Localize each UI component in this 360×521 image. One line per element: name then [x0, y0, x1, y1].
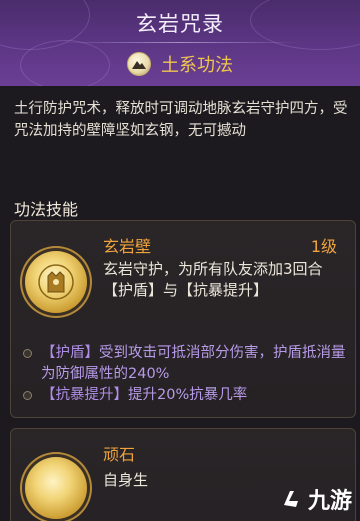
skill-name: 玄岩壁: [103, 237, 152, 256]
effect-text: 提升20%抗暴几率: [128, 387, 248, 403]
effect-tag: 【抗暴提升】: [41, 387, 128, 403]
header-banner: 玄岩咒录 土系功法: [0, 0, 360, 86]
skill-name: 顽石: [103, 445, 136, 464]
skill-icon: [25, 457, 87, 519]
effect-item: 【抗暴提升】提升20%抗暴几率: [19, 385, 349, 406]
page-title: 玄岩咒录: [136, 12, 224, 36]
school-label: 土系功法: [161, 55, 233, 76]
mountain-icon: [127, 52, 151, 76]
bullet-icon: [23, 349, 32, 358]
bullet-icon: [23, 391, 32, 400]
title-divider: [60, 42, 300, 43]
effects-list: 【护盾】受到攻击可抵消部分伤害，护盾抵消量为防御属性的240% 【抗暴提升】提升…: [19, 343, 349, 406]
skill-description: 土行防护咒术，释放时可调动地脉玄岩守护四方，受咒法加持的壁障坚如玄钢，无可撼动: [14, 101, 348, 139]
jiuyou-logo-icon: [283, 491, 298, 507]
watermark-text: 九游: [307, 489, 352, 514]
skill-icon: [25, 251, 87, 313]
skill-text: 玄岩守护，为所有队友添加3回合【护盾】与【抗暴提升】: [103, 260, 323, 299]
skill-card[interactable]: 玄岩壁 1级 玄岩守护，为所有队友添加3回合【护盾】与【抗暴提升】 【护盾】受到…: [10, 220, 356, 418]
skill-text: 自身生: [103, 471, 149, 489]
section-title: 功法技能: [14, 200, 79, 219]
effect-tag: 【护盾】: [41, 345, 99, 361]
school-row: 土系功法: [0, 50, 360, 78]
skill-level: 1级: [310, 237, 337, 256]
watermark: 九游: [280, 483, 352, 515]
effect-item: 【护盾】受到攻击可抵消部分伤害，护盾抵消量为防御属性的240%: [19, 343, 349, 385]
